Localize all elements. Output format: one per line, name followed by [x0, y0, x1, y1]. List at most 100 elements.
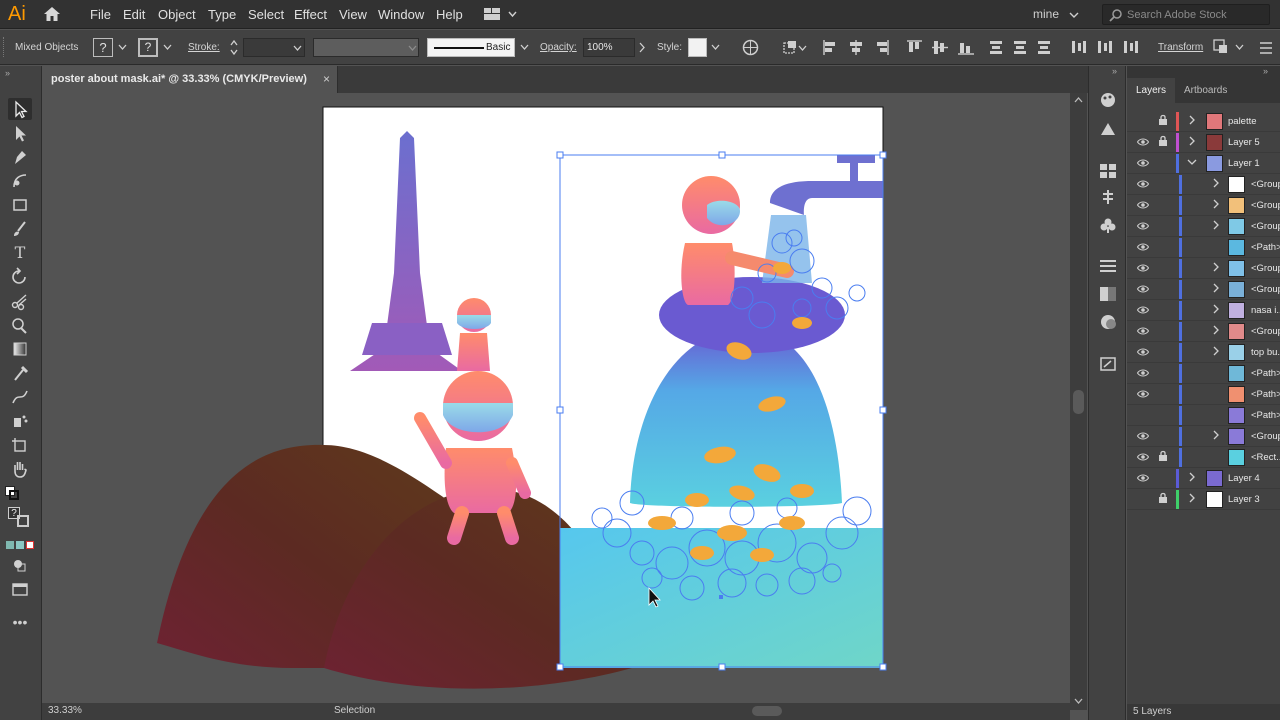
visibility-eye-icon[interactable] — [1137, 179, 1149, 189]
symbols-icon[interactable] — [1099, 217, 1117, 233]
stroke-weight-input[interactable] — [243, 38, 305, 57]
swatches-icon[interactable] — [1099, 163, 1117, 179]
vertical-align-icons[interactable] — [906, 39, 976, 56]
direct-selection-tool[interactable] — [8, 122, 32, 144]
menu-file[interactable]: File — [90, 7, 111, 22]
menu-type[interactable]: Type — [208, 7, 236, 22]
tab-layers[interactable]: Layers — [1127, 78, 1176, 103]
visibility-eye-icon[interactable] — [1137, 221, 1149, 231]
eyedropper-tool[interactable] — [8, 362, 32, 384]
horizontal-align-icons[interactable] — [822, 39, 892, 56]
color-palette-icon[interactable] — [1099, 92, 1117, 108]
chevron-down-icon[interactable] — [118, 44, 127, 51]
chevron-right-icon[interactable] — [1187, 472, 1197, 482]
layer-row[interactable]: <Path> — [1127, 405, 1280, 426]
horizontal-scroll-thumb[interactable] — [752, 706, 782, 716]
symbol-sprayer-tool[interactable] — [8, 410, 32, 432]
chevron-right-icon[interactable] — [1211, 325, 1221, 335]
layer-row[interactable]: <Path> — [1127, 237, 1280, 258]
gradient-panel-icon[interactable] — [1099, 286, 1117, 302]
chevron-right-icon[interactable] — [1187, 115, 1197, 125]
stroke-panel-icon[interactable] — [1099, 258, 1117, 274]
layer-row[interactable]: <Rect... — [1127, 447, 1280, 468]
visibility-eye-icon[interactable] — [1137, 263, 1149, 273]
vertical-scroll-thumb[interactable] — [1073, 390, 1084, 414]
transparency-icon[interactable] — [1099, 314, 1117, 330]
layer-row[interactable]: <Group> — [1127, 174, 1280, 195]
chevron-right-icon[interactable] — [638, 42, 646, 53]
chevron-right-icon[interactable] — [1211, 199, 1221, 209]
warp-tool[interactable] — [8, 314, 32, 336]
layer-row[interactable]: Layer 3 — [1127, 489, 1280, 510]
paintbrush-tool[interactable] — [8, 218, 32, 240]
isolate-icon[interactable] — [1213, 39, 1247, 56]
brush-definition[interactable]: Basic — [427, 38, 515, 57]
visibility-eye-icon[interactable] — [1137, 305, 1149, 315]
layer-row[interactable]: <Group> — [1127, 279, 1280, 300]
menu-effect[interactable]: Effect — [294, 7, 327, 22]
screen-mode-tool[interactable] — [8, 578, 32, 600]
layer-row[interactable]: <Path> — [1127, 384, 1280, 405]
selection-tool[interactable] — [8, 98, 32, 120]
brushes-icon[interactable] — [1099, 189, 1117, 205]
recolor-artwork-icon[interactable] — [742, 39, 759, 56]
type-tool[interactable]: T — [8, 242, 32, 264]
layer-row[interactable]: Layer 1 — [1127, 153, 1280, 174]
distribute-icons[interactable] — [988, 39, 1058, 56]
canvas[interactable] — [42, 93, 1070, 703]
layer-row[interactable]: nasa i... — [1127, 300, 1280, 321]
chevron-right-icon[interactable] — [1211, 346, 1221, 356]
home-icon[interactable] — [42, 5, 62, 23]
panel-menu-icon[interactable] — [1258, 40, 1274, 56]
lock-icon[interactable] — [1158, 450, 1168, 462]
scroll-down-icon[interactable] — [1074, 698, 1083, 705]
workspace-switcher[interactable]: mine — [1033, 7, 1059, 21]
stroke-weight-stepper[interactable] — [229, 39, 239, 56]
layer-row[interactable]: Layer 5 — [1127, 132, 1280, 153]
layer-row[interactable]: <Group> — [1127, 216, 1280, 237]
none-mode-button[interactable] — [26, 541, 34, 549]
search-adobe-stock-input[interactable]: Search Adobe Stock — [1102, 4, 1270, 25]
chevron-down-icon[interactable] — [1069, 11, 1079, 19]
layer-row[interactable]: top bu... — [1127, 342, 1280, 363]
menu-help[interactable]: Help — [436, 7, 463, 22]
color-mode-button[interactable] — [6, 541, 14, 549]
visibility-eye-icon[interactable] — [1137, 452, 1149, 462]
visibility-eye-icon[interactable] — [1137, 368, 1149, 378]
lock-icon[interactable] — [1158, 492, 1168, 504]
scroll-up-icon[interactable] — [1074, 97, 1083, 104]
collapse-toolbar-icon[interactable]: » — [5, 68, 10, 78]
visibility-eye-icon[interactable] — [1137, 389, 1149, 399]
visibility-eye-icon[interactable] — [1137, 137, 1149, 147]
export-icon[interactable] — [1099, 356, 1117, 372]
graphic-style-swatch[interactable] — [688, 38, 707, 57]
stroke-mixed-swatch[interactable] — [17, 515, 29, 527]
layer-row[interactable]: palette — [1127, 111, 1280, 132]
artboard-tool[interactable] — [8, 434, 32, 456]
opacity-input[interactable]: 100% — [583, 38, 635, 57]
menu-object[interactable]: Object — [158, 7, 196, 22]
align-to-selection-icon[interactable] — [783, 40, 807, 55]
lock-icon[interactable] — [1158, 135, 1168, 147]
vertical-scrollbar[interactable] — [1070, 93, 1087, 710]
chevron-right-icon[interactable] — [1211, 178, 1221, 188]
visibility-eye-icon[interactable] — [1137, 347, 1149, 357]
chevron-right-icon[interactable] — [1211, 220, 1221, 230]
rotate-tool[interactable] — [8, 266, 32, 288]
distribute-horizontal-icons[interactable] — [1070, 39, 1145, 56]
layer-row[interactable]: <Group> — [1127, 258, 1280, 279]
document-tab[interactable]: poster about mask.ai* @ 33.33% (CMYK/Pre… — [42, 66, 338, 93]
menu-view[interactable]: View — [339, 7, 367, 22]
layer-row[interactable]: <Group> — [1127, 195, 1280, 216]
chevron-right-icon[interactable] — [1211, 262, 1221, 272]
layer-row[interactable]: <Group> — [1127, 321, 1280, 342]
menu-select[interactable]: Select — [248, 7, 284, 22]
appearance-icon[interactable] — [1099, 121, 1117, 137]
visibility-eye-icon[interactable] — [1137, 158, 1149, 168]
layer-row[interactable]: Layer 4 — [1127, 468, 1280, 489]
gradient-mode-button[interactable] — [16, 541, 24, 549]
variable-width-profile[interactable] — [313, 38, 419, 57]
rectangle-tool[interactable] — [8, 194, 32, 216]
chevron-right-icon[interactable] — [1211, 304, 1221, 314]
panel-grip[interactable] — [3, 37, 6, 57]
